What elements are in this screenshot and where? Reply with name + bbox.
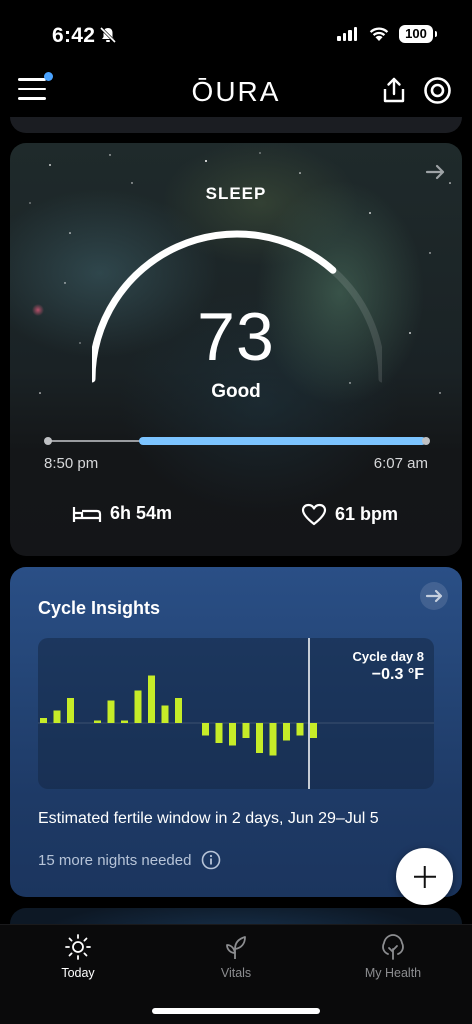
cycle-bar (202, 723, 209, 736)
battery-indicator: 100 (399, 25, 437, 43)
arrow-right-icon[interactable] (420, 582, 448, 610)
tab-vitals-label: Vitals (220, 966, 252, 980)
bedtime-end: 6:07 am (373, 455, 428, 472)
heart-rate-stat: 61 bpm (301, 503, 398, 526)
bed-icon (72, 506, 102, 522)
info-icon[interactable] (201, 850, 221, 870)
tab-today[interactable]: Today (28, 933, 128, 980)
cycle-bar (296, 723, 304, 736)
sun-icon (65, 934, 91, 960)
previous-card-edge (10, 117, 462, 133)
cycle-day-label: Cycle day 8 (352, 649, 424, 664)
total-sleep-value: 6h 54m (110, 503, 173, 523)
bedtime-start: 8:50 pm (44, 455, 99, 472)
tree-icon (382, 934, 404, 960)
status-time: 6:42 (52, 24, 96, 47)
cycle-bar (134, 690, 142, 723)
tab-vitals[interactable]: Vitals (186, 933, 286, 980)
cycle-bar (229, 723, 236, 746)
tab-my-health-label: My Health (364, 966, 422, 980)
tab-today-label: Today (61, 966, 95, 980)
cycle-bar (40, 718, 47, 723)
nights-needed: 15 more nights needed (38, 850, 221, 870)
cycle-bar (121, 720, 128, 723)
cycle-bar (310, 723, 317, 738)
sleep-timeline (44, 436, 430, 446)
cycle-bar (67, 698, 74, 723)
tab-my-health[interactable]: My Health (343, 933, 443, 980)
cycle-bar (94, 720, 101, 723)
cycle-insights-card[interactable]: Cycle Insights Cycle day 8 −0.3 °F Estim… (10, 567, 462, 897)
cycle-bar (161, 705, 169, 723)
top-nav: ŌURA (0, 62, 472, 118)
sleep-card[interactable]: SLEEP 73 Good 8:50 pm 6:07 am 6h 54m 61 … (10, 143, 462, 556)
cycle-bar (269, 723, 277, 756)
home-indicator (152, 1008, 320, 1014)
sleep-period-bar (139, 437, 426, 445)
temperature-deviation: −0.3 °F (371, 666, 424, 683)
sleep-rating: Good (211, 381, 261, 402)
cycle-bar (53, 710, 61, 723)
arrow-right-icon[interactable] (424, 161, 446, 183)
heart-icon (301, 503, 327, 526)
cycle-temperature-chart: Cycle day 8 −0.3 °F (38, 638, 434, 789)
add-button[interactable] (396, 848, 453, 905)
share-icon[interactable] (380, 76, 408, 104)
fertile-window-text: Estimated fertile window in 2 days, Jun … (38, 810, 379, 827)
cycle-bar (242, 723, 250, 738)
status-bar: 6:42 100 (0, 0, 472, 62)
cycle-bar (107, 700, 115, 723)
cycle-insights-title: Cycle Insights (38, 598, 161, 618)
total-sleep-stat: 6h 54m (72, 503, 172, 524)
cycle-bar (283, 723, 290, 741)
cycle-bar (175, 698, 182, 723)
sprout-icon (226, 936, 246, 959)
cellular-signal-icon (337, 27, 357, 41)
cycle-bar (215, 723, 223, 743)
cycle-bar (256, 723, 263, 753)
cycle-bar (148, 675, 155, 723)
ring-icon[interactable] (423, 76, 452, 105)
nights-needed-text: 15 more nights needed (38, 851, 192, 869)
sleep-score: 73 (197, 299, 275, 375)
bell-off-icon (99, 26, 117, 44)
heart-rate-value: 61 bpm (335, 504, 399, 524)
wifi-icon (369, 27, 389, 41)
sleep-title: SLEEP (205, 184, 267, 203)
